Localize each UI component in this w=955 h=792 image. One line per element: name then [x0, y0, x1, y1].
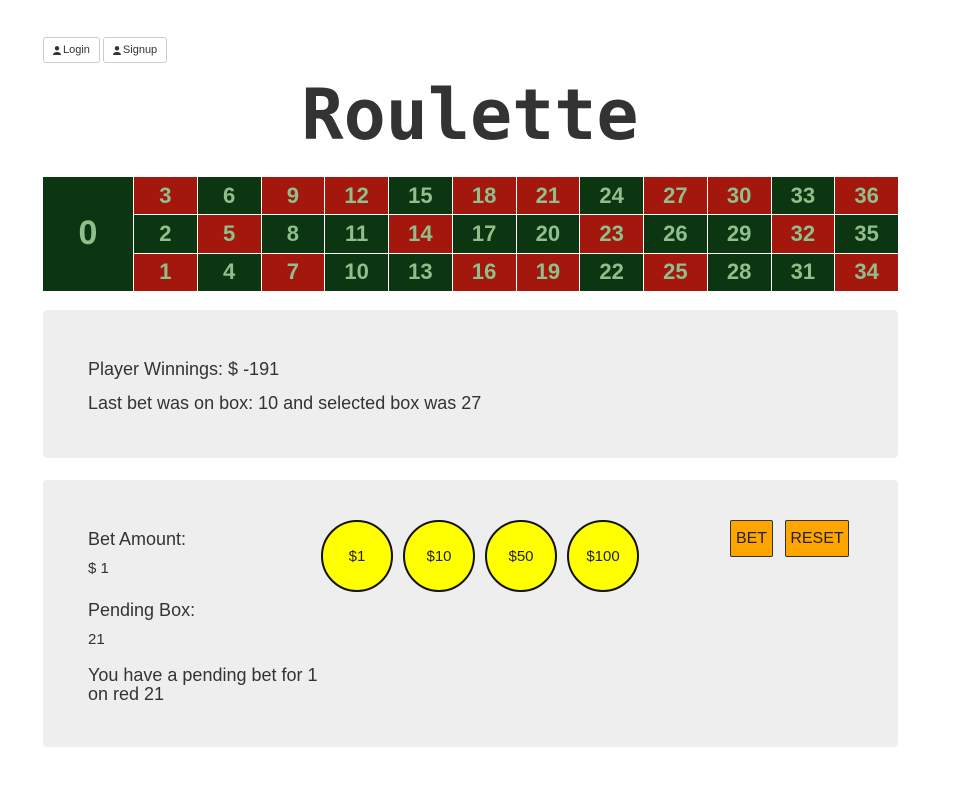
board-cell-24[interactable]: 24	[580, 177, 643, 215]
board-cell-29[interactable]: 29	[707, 215, 771, 253]
chip-50[interactable]: $50	[485, 520, 557, 592]
auth-bar: Login Signup	[43, 37, 168, 63]
board-cell-19[interactable]: 19	[516, 253, 580, 291]
user-icon	[112, 45, 121, 55]
pending-box-value: 21	[88, 631, 105, 648]
bet-button[interactable]: BET	[730, 520, 773, 557]
board-cell-1[interactable]: 1	[134, 253, 197, 291]
board-cell-27[interactable]: 27	[644, 177, 707, 215]
board-cell-6[interactable]: 6	[197, 177, 261, 215]
board-cell-11[interactable]: 11	[325, 215, 388, 253]
board-cell-16[interactable]: 16	[452, 253, 516, 291]
board-cell-0[interactable]: 0	[43, 177, 133, 291]
board-cell-34[interactable]: 34	[835, 253, 898, 291]
bet-amount-label: Bet Amount:	[88, 529, 187, 549]
board-cell-35[interactable]: 35	[835, 215, 898, 253]
board-cell-20[interactable]: 20	[516, 215, 580, 253]
board-cell-12[interactable]: 12	[325, 177, 388, 215]
board-cell-32[interactable]: 32	[771, 215, 835, 253]
board-cell-13[interactable]: 13	[389, 253, 452, 291]
chip-10[interactable]: $10	[403, 520, 475, 592]
board-cell-18[interactable]: 18	[452, 177, 516, 215]
board-cell-7[interactable]: 7	[261, 253, 325, 291]
board-cell-5[interactable]: 5	[197, 215, 261, 253]
board-cell-30[interactable]: 30	[707, 177, 771, 215]
reset-button[interactable]: RESET	[785, 520, 849, 557]
board-cell-14[interactable]: 14	[389, 215, 452, 253]
board-cell-22[interactable]: 22	[580, 253, 643, 291]
login-button[interactable]: Login	[43, 37, 100, 63]
chip-1[interactable]: $1	[321, 520, 393, 592]
board-cell-9[interactable]: 9	[261, 177, 325, 215]
board-cell-33[interactable]: 33	[771, 177, 835, 215]
pending-box-label: Pending Box:	[88, 600, 196, 620]
board-cell-28[interactable]: 28	[707, 253, 771, 291]
results-panel: Player Winnings: $ -191 Last bet was on …	[43, 310, 898, 458]
board-cell-31[interactable]: 31	[771, 253, 835, 291]
user-icon	[53, 45, 61, 55]
signup-button[interactable]: Signup	[102, 37, 168, 63]
board-cell-3[interactable]: 3	[134, 177, 197, 215]
pending-bet-message: You have a pending bet for 1 on red 21	[88, 665, 318, 704]
board-cell-25[interactable]: 25	[644, 253, 707, 291]
board-cell-21[interactable]: 21	[516, 177, 580, 215]
board-cell-36[interactable]: 36	[835, 177, 898, 215]
board-cell-17[interactable]: 17	[452, 215, 516, 253]
signup-label: Signup	[122, 44, 158, 56]
board-cell-26[interactable]: 26	[644, 215, 707, 253]
board-cell-15[interactable]: 15	[389, 177, 452, 215]
roulette-board: 0 3 6 9 12 15 18 21 24 27 30 33 36 2 5 8 11 14 17 20 23 26 29…	[43, 177, 898, 291]
chip-100[interactable]: $100	[567, 520, 639, 592]
page-title: Roulette	[301, 74, 639, 156]
board-cell-4[interactable]: 4	[197, 253, 261, 291]
chip-selector: $1 $10 $50 $100	[321, 520, 639, 592]
board-cell-8[interactable]: 8	[261, 215, 325, 253]
login-label: Login	[63, 44, 90, 56]
board-cell-10[interactable]: 10	[325, 253, 388, 291]
bet-panel: Bet Amount: $ 1 Pending Box: 21 You have…	[43, 480, 898, 747]
board-cell-2[interactable]: 2	[134, 215, 197, 253]
bet-amount-value: $ 1	[88, 560, 109, 577]
player-winnings: Player Winnings: $ -191	[88, 359, 280, 379]
last-bet-info: Last bet was on box: 10 and selected box…	[88, 393, 482, 413]
board-cell-23[interactable]: 23	[580, 215, 643, 253]
